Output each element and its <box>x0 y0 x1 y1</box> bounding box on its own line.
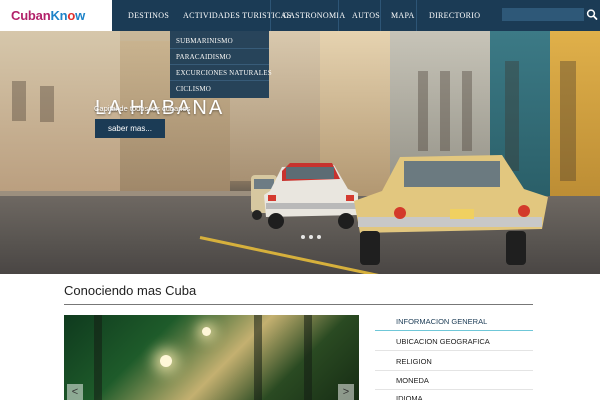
building-window <box>40 86 54 122</box>
slider-dot[interactable] <box>317 235 321 239</box>
nav-divider <box>270 0 271 31</box>
hero-subtitle: Capital de todos los cubanos <box>94 104 191 113</box>
section-title: Conociendo mas Cuba <box>64 283 197 298</box>
hero-slider: LA HABANA Capital de todos los cubanos s… <box>0 31 600 274</box>
photo-column <box>254 315 262 400</box>
search-input[interactable] <box>502 8 584 21</box>
dropdown-item-excurciones-naturales[interactable]: EXCURCIONES NATURALES <box>170 65 272 81</box>
gallery-next-button[interactable]: > <box>338 384 354 400</box>
classic-car-red <box>264 163 358 229</box>
slider-dot[interactable] <box>301 235 305 239</box>
top-navigation-bar: CubanKnow DESTINOS ACTIVIDADES TURISTICA… <box>0 0 600 31</box>
slider-dot[interactable] <box>309 235 313 239</box>
actividades-dropdown-menu: SUBMARINISMO PARACAIDISMO EXCURCIONES NA… <box>170 31 272 98</box>
side-menu-idioma[interactable]: IDIOMA <box>375 389 533 400</box>
side-menu-moneda[interactable]: MONEDA <box>375 371 533 390</box>
saber-mas-button[interactable]: saber mas... <box>95 119 165 138</box>
nav-divider <box>380 0 381 31</box>
building-window <box>418 71 428 151</box>
classic-car-yellow <box>354 155 548 265</box>
dropdown-item-paracaidismo[interactable]: PARACAIDISMO <box>170 49 269 65</box>
cubanknow-logo: CubanKnow <box>11 8 86 23</box>
slider-pagination <box>301 235 321 239</box>
side-menu-ubicacion-geografica[interactable]: UBICACION GEOGRAFICA <box>375 332 533 351</box>
street-lamp <box>160 355 172 367</box>
gallery-prev-button[interactable]: < <box>67 384 83 400</box>
logo-link[interactable]: CubanKnow <box>0 0 112 31</box>
building-window <box>440 71 450 151</box>
nav-item-directorio[interactable]: DIRECTORIO <box>429 0 480 31</box>
nav-item-autos[interactable]: AUTOS <box>352 0 380 31</box>
section-divider <box>64 304 533 305</box>
nav-item-gastronomia[interactable]: GASTRONOMIA <box>283 0 345 31</box>
building-window <box>560 61 576 181</box>
nav-divider <box>338 0 339 31</box>
nav-item-mapa[interactable]: MAPA <box>391 0 415 31</box>
side-menu-religion[interactable]: RELIGION <box>375 352 533 371</box>
nav-item-actividades-turisticas[interactable]: ACTIVIDADES TURISTICAS <box>183 0 291 31</box>
photo-column <box>304 315 312 400</box>
street-lamp <box>202 327 211 336</box>
nav-divider <box>416 0 417 31</box>
page: CubanKnow DESTINOS ACTIVIDADES TURISTICA… <box>0 0 600 400</box>
nav-item-destinos[interactable]: DESTINOS <box>128 0 169 31</box>
building-window <box>462 71 472 151</box>
building-window <box>12 81 26 121</box>
photo-column <box>94 315 102 400</box>
dropdown-item-ciclismo[interactable]: CICLISMO <box>170 81 269 97</box>
search-icon[interactable] <box>586 8 598 21</box>
dropdown-item-submarinismo[interactable]: SUBMARINISMO <box>170 33 269 49</box>
side-menu-informacion-general[interactable]: INFORMACION GENERAL <box>375 312 533 331</box>
gallery-photo <box>64 315 359 400</box>
